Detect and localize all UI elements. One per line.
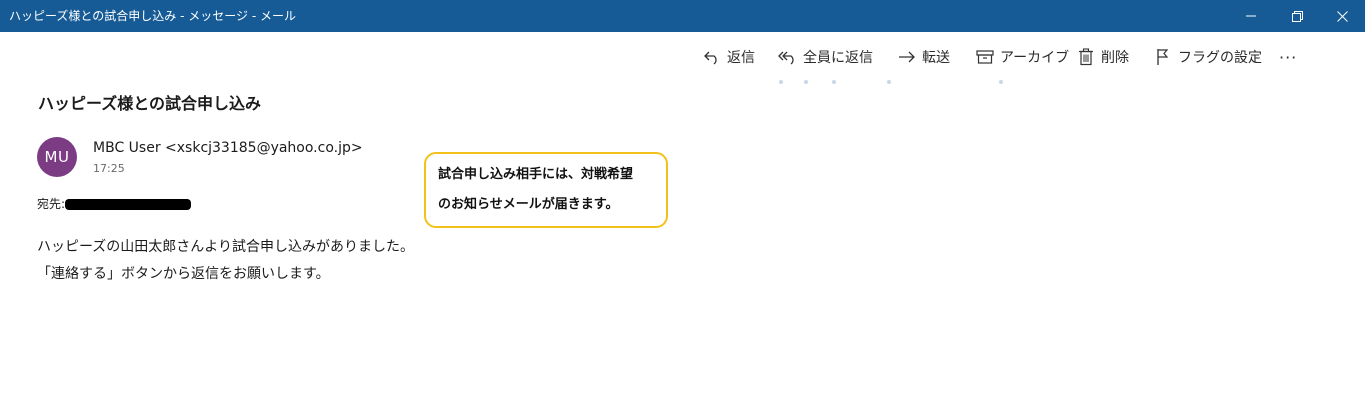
minimize-button[interactable] — [1228, 0, 1274, 32]
callout-note: 試合申し込み相手には、対戦希望 のお知らせメールが届きます。 — [424, 152, 668, 228]
flag-label: フラグの設定 — [1178, 50, 1262, 66]
loading-dot — [804, 80, 808, 84]
window-title: ハッピーズ様との試合申し込み - メッセージ - メール — [9, 9, 296, 23]
reply-all-label: 全員に返信 — [803, 50, 873, 66]
reply-all-button[interactable]: 全員に返信 — [778, 44, 873, 70]
loading-dot — [779, 80, 783, 84]
restore-button[interactable] — [1274, 0, 1320, 32]
more-label: ··· — [1279, 47, 1298, 67]
reply-label: 返信 — [727, 50, 755, 66]
archive-button[interactable]: アーカイブ — [975, 44, 1069, 70]
body-line: 「連絡する」ボタンから返信をお願いします。 — [37, 266, 330, 282]
callout-line: のお知らせメールが届きます。 — [438, 197, 619, 212]
message-subject: ハッピーズ様との試合申し込み — [38, 94, 262, 113]
restore-icon — [1291, 10, 1303, 22]
forward-label: 転送 — [922, 50, 950, 66]
flag-icon — [1153, 47, 1173, 67]
to-label: 宛先: — [37, 197, 66, 211]
archive-label: アーカイブ — [1000, 50, 1070, 66]
reply-all-icon — [778, 47, 798, 67]
reply-button[interactable]: 返信 — [702, 44, 755, 70]
forward-icon — [897, 47, 917, 67]
close-button[interactable] — [1319, 0, 1365, 32]
delete-button[interactable]: 削除 — [1076, 44, 1129, 70]
forward-button[interactable]: 転送 — [897, 44, 950, 70]
reply-icon — [702, 47, 722, 67]
minimize-icon — [1246, 15, 1256, 17]
delete-label: 削除 — [1101, 50, 1129, 66]
message-time: 17:25 — [93, 162, 125, 175]
recipient-row: 宛先: — [37, 196, 192, 212]
callout-line: 試合申し込み相手には、対戦希望 — [438, 167, 634, 182]
sender-name[interactable]: MBC User <xskcj33185@yahoo.co.jp> — [93, 139, 363, 157]
redacted-recipient — [65, 198, 192, 210]
body-line: ハッピーズの山田太郎さんより試合申し込みがありました。 — [37, 239, 415, 255]
title-bar: ハッピーズ様との試合申し込み - メッセージ - メール — [0, 0, 1365, 32]
message-toolbar: 返信 全員に返信 転送 アーカイブ 削除 フラグの設定 ··· — [0, 44, 1365, 70]
trash-icon — [1076, 47, 1096, 67]
archive-icon — [975, 47, 995, 67]
flag-button[interactable]: フラグの設定 — [1153, 44, 1262, 70]
loading-dot — [887, 80, 891, 84]
loading-dot — [999, 80, 1003, 84]
more-button[interactable]: ··· — [1279, 44, 1297, 70]
avatar[interactable]: MU — [37, 137, 77, 177]
loading-dot — [832, 80, 836, 84]
close-icon — [1336, 10, 1348, 22]
